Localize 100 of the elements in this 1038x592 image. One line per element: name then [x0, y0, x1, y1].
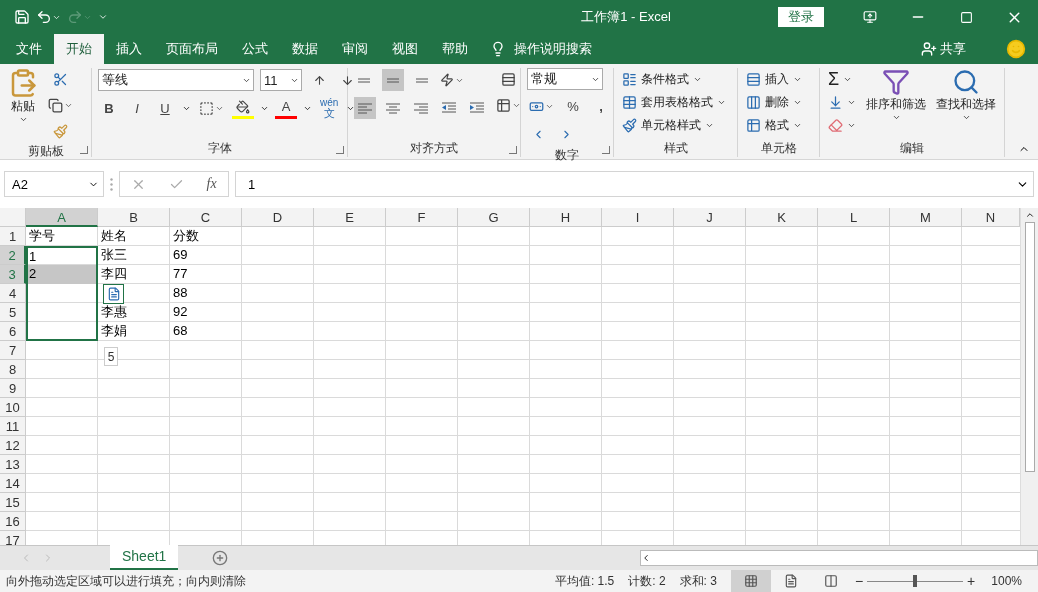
column-header[interactable]: F — [386, 208, 458, 227]
row-header[interactable]: 2 — [0, 246, 26, 265]
row-header[interactable]: 15 — [0, 493, 26, 512]
row-header[interactable]: 1 — [0, 227, 26, 246]
row-header[interactable]: 14 — [0, 474, 26, 493]
ribbon-tab[interactable]: 数据 — [280, 34, 330, 64]
table-cell[interactable] — [26, 322, 98, 341]
column-header[interactable]: E — [314, 208, 386, 227]
row-header[interactable]: 4 — [0, 284, 26, 303]
styles-button[interactable]: 单元格样式 — [620, 114, 728, 136]
find-select-button[interactable]: 查找和选择 — [934, 68, 998, 139]
column-header[interactable]: D — [242, 208, 314, 227]
font-name-field[interactable]: 等线 — [98, 69, 254, 91]
row-header[interactable]: 17 — [0, 531, 26, 545]
view-button[interactable] — [730, 570, 771, 592]
ribbon-tab[interactable]: 公式 — [230, 34, 280, 64]
row-header[interactable]: 9 — [0, 379, 26, 398]
ribbon-tab[interactable]: 帮助 — [430, 34, 480, 64]
styles-button[interactable]: 套用表格格式 — [620, 91, 728, 113]
quick-analysis-button[interactable] — [103, 284, 124, 304]
column-header[interactable]: I — [602, 208, 674, 227]
fill-color-button[interactable] — [232, 97, 254, 119]
row-header[interactable]: 5 — [0, 303, 26, 322]
table-cell[interactable]: 92 — [170, 303, 242, 322]
row-header[interactable]: 12 — [0, 436, 26, 455]
column-header[interactable]: A — [26, 208, 98, 227]
font-color-button[interactable]: A — [275, 97, 297, 119]
ribbon-tab[interactable]: 开始 — [54, 34, 104, 64]
new-sheet-icon[interactable] — [212, 550, 229, 566]
sort-filter-button[interactable]: 排序和筛选 — [864, 68, 928, 139]
sheet-tab[interactable]: Sheet1 — [110, 544, 179, 570]
table-cell[interactable]: 张三 — [98, 246, 170, 265]
table-cell[interactable]: 68 — [170, 322, 242, 341]
bold-button[interactable]: B — [98, 97, 120, 119]
ribbon-tab[interactable]: 文件 — [4, 34, 54, 64]
number-format-field[interactable]: 常规 — [527, 68, 603, 90]
table-cell[interactable]: 77 — [170, 265, 242, 284]
scrollbar-thumb[interactable] — [1024, 222, 1035, 472]
row-header[interactable]: 7 — [0, 341, 26, 360]
zoom-out-button[interactable]: − — [854, 573, 864, 589]
table-cell[interactable]: 李惠 — [98, 303, 170, 322]
comma-button[interactable]: , — [590, 95, 612, 117]
zoom-slider-thumb[interactable] — [913, 575, 918, 587]
ribbon-tab[interactable]: 页面布局 — [154, 34, 230, 64]
row-header[interactable]: 11 — [0, 417, 26, 436]
row-header[interactable]: 6 — [0, 322, 26, 341]
row-header[interactable]: 16 — [0, 512, 26, 531]
underline-button[interactable]: U — [154, 97, 176, 119]
dialog-launcher-icon[interactable] — [80, 146, 88, 154]
ribbon-tab[interactable]: 插入 — [104, 34, 154, 64]
table-cell[interactable] — [26, 303, 98, 322]
table-cell[interactable]: 2 — [26, 265, 98, 284]
table-cell[interactable]: 学号 — [26, 227, 98, 246]
horizontal-scrollbar[interactable] — [640, 550, 1038, 566]
percent-button[interactable]: % — [562, 95, 584, 117]
name-box[interactable]: A2 — [4, 171, 104, 197]
italic-button[interactable]: I — [126, 97, 148, 119]
insert-function-button[interactable]: fx — [206, 176, 217, 192]
table-cell[interactable]: 69 — [170, 246, 242, 265]
table-cell[interactable]: 分数 — [170, 227, 242, 246]
autosum-button[interactable]: Σ — [826, 68, 858, 90]
save-icon[interactable] — [14, 9, 30, 25]
table-cell[interactable]: 姓名 — [98, 227, 170, 246]
table-cell[interactable]: 李娟 — [98, 322, 170, 341]
undo-button[interactable] — [36, 9, 61, 25]
share-button[interactable]: 共享 — [921, 34, 966, 64]
tell-me-search[interactable]: 操作说明搜索 — [514, 40, 592, 58]
dialog-launcher-icon[interactable] — [602, 146, 610, 154]
paste-button[interactable]: 粘贴 — [6, 68, 40, 142]
zoom-in-button[interactable]: + — [967, 573, 976, 589]
cells-button[interactable]: 删除 — [744, 91, 804, 113]
column-header[interactable]: N — [962, 208, 1020, 227]
cells-button[interactable]: 格式 — [744, 114, 804, 136]
ribbon-tab[interactable]: 审阅 — [330, 34, 380, 64]
column-header[interactable]: C — [170, 208, 242, 227]
formula-field[interactable]: 1 — [235, 171, 1034, 197]
row-header[interactable]: 13 — [0, 455, 26, 474]
font-size-field[interactable]: 11 — [260, 69, 302, 91]
styles-button[interactable]: 条件格式 — [620, 68, 728, 90]
column-header[interactable]: B — [98, 208, 170, 227]
column-header[interactable]: H — [530, 208, 602, 227]
row-header[interactable]: 10 — [0, 398, 26, 417]
table-cell[interactable] — [26, 284, 98, 303]
column-header[interactable]: G — [458, 208, 530, 227]
dialog-launcher-icon[interactable] — [336, 146, 344, 154]
table-cell[interactable]: 88 — [170, 284, 242, 303]
column-header[interactable]: J — [674, 208, 746, 227]
row-header[interactable]: 3 — [0, 265, 26, 284]
column-header[interactable]: L — [818, 208, 890, 227]
column-header[interactable]: K — [746, 208, 818, 227]
smiley-icon[interactable] — [1006, 39, 1026, 59]
phonetic-button[interactable]: wén 文 — [318, 97, 341, 119]
ribbon-tab[interactable]: 视图 — [380, 34, 430, 64]
sign-in-button[interactable]: 登录 — [778, 7, 824, 27]
cells-button[interactable]: 插入 — [744, 68, 804, 90]
dialog-launcher-icon[interactable] — [509, 146, 517, 154]
customize-toolbar-icon[interactable] — [98, 12, 108, 22]
row-header[interactable]: 8 — [0, 360, 26, 379]
vertical-scrollbar[interactable] — [1020, 208, 1038, 545]
table-cell[interactable]: 李四 — [98, 265, 170, 284]
